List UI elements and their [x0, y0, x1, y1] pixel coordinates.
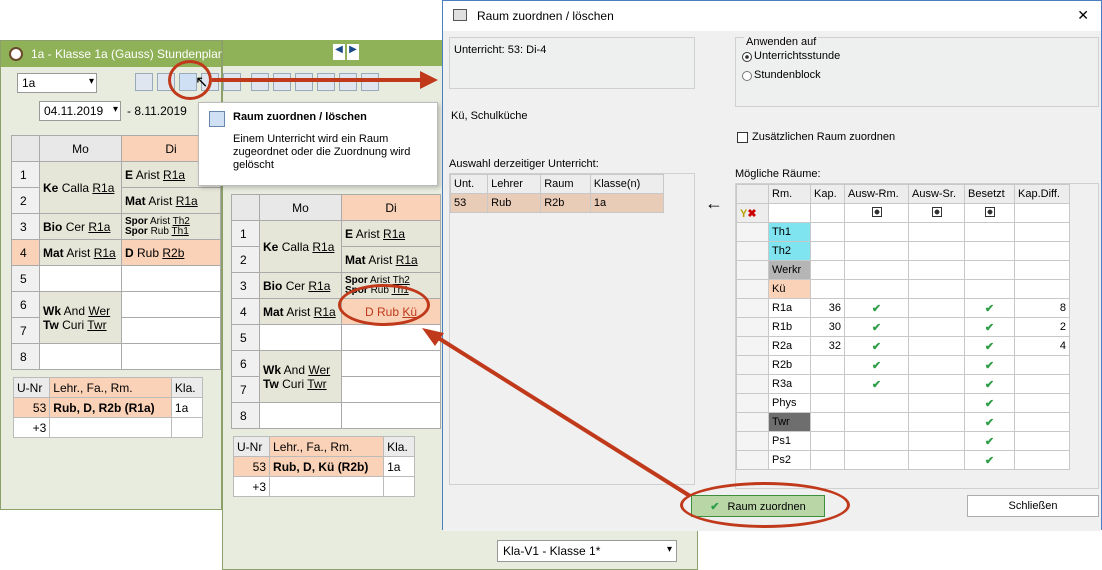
annotation-circle-button: [680, 482, 850, 528]
annotation-arrow-bottom: [422, 328, 692, 498]
cursor-icon: ↖: [195, 74, 209, 91]
